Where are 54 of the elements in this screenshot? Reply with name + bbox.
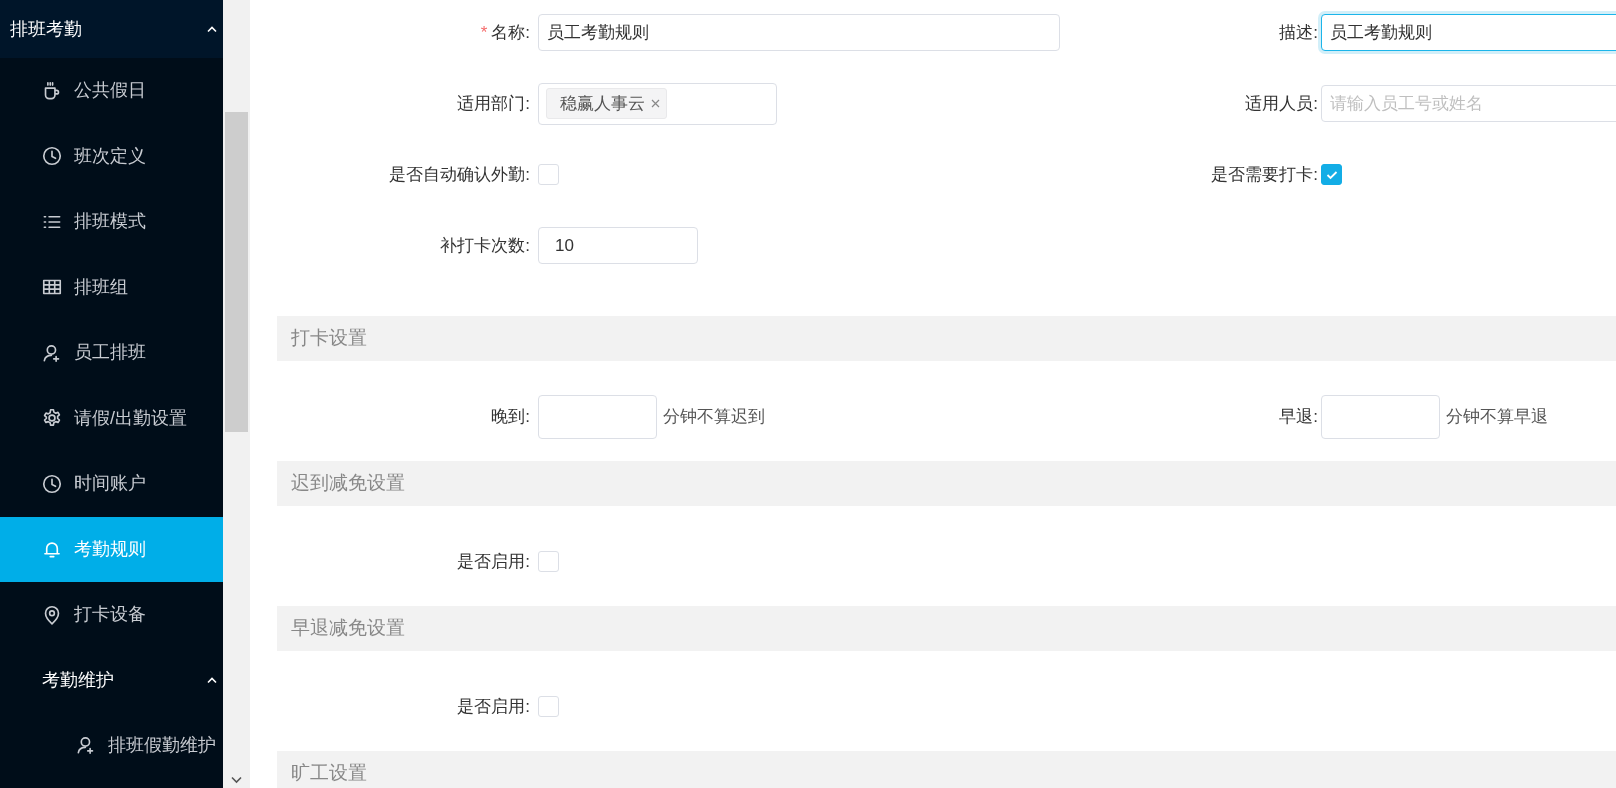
user-plus-icon	[76, 735, 96, 756]
sidebar-item[interactable]: 排班模式	[0, 189, 223, 255]
gear-icon	[42, 408, 62, 429]
chevron-down-icon[interactable]	[231, 776, 242, 784]
sidebar-item[interactable]: 打卡设备	[0, 582, 223, 648]
scrollbar-thumb[interactable]	[225, 112, 248, 432]
caret-up-icon	[207, 25, 217, 33]
clock-icon	[42, 146, 62, 167]
section-header: 旷工设置	[277, 751, 1616, 788]
sidebar-group-header[interactable]: 排班考勤	[0, 0, 223, 58]
field-label: 适用部门:	[457, 93, 530, 113]
tag-select-field[interactable]: 稳赢人事云	[538, 82, 777, 125]
minutes-field[interactable]	[1321, 394, 1440, 439]
group-title: 排班考勤	[10, 17, 82, 41]
clock-icon	[42, 473, 62, 494]
field-label: 早退:	[1279, 406, 1318, 426]
sidebar-item[interactable]: 排班假勤维护	[0, 712, 223, 778]
field-label: 补打卡次数:	[440, 235, 530, 255]
field-label: 是否启用:	[457, 551, 530, 571]
cup-icon	[42, 80, 62, 101]
field-label: 适用人员:	[1245, 93, 1318, 113]
check-icon	[1325, 169, 1338, 180]
caret-up-icon	[207, 676, 217, 684]
section-header: 迟到减免设置	[277, 461, 1616, 506]
map-pin-icon	[42, 604, 62, 625]
sidebar-item[interactable]: 排班组	[0, 254, 223, 320]
text-field[interactable]: 10	[538, 227, 698, 264]
sidebar-item[interactable]: 请假/出勤设置	[0, 385, 223, 451]
sidebar-item[interactable]: 班次定义	[0, 123, 223, 189]
sidebar-subgroup-header[interactable]: 考勤维护	[0, 647, 223, 713]
field-label: 是否启用:	[457, 696, 530, 716]
section-header: 打卡设置	[277, 316, 1616, 361]
section-header: 早退减免设置	[277, 606, 1616, 651]
field-label: 是否需要打卡:	[1211, 164, 1318, 184]
bell-icon	[42, 539, 62, 560]
close-icon[interactable]	[651, 99, 660, 108]
tag-chip: 稳赢人事云	[546, 87, 667, 120]
sidebar-item[interactable]: 员工排班	[0, 320, 223, 386]
unit-text: 分钟不算早退	[1446, 405, 1548, 428]
field-label: 描述:	[1279, 22, 1318, 42]
checkbox[interactable]	[1321, 164, 1342, 185]
sidebar-item[interactable]: 时间账户	[0, 451, 223, 517]
text-field[interactable]: 请输入员工号或姓名	[1321, 85, 1616, 122]
required-mark: *	[480, 22, 488, 42]
text-field[interactable]: 员工考勤规则	[1321, 14, 1616, 51]
subgroup-title: 考勤维护	[42, 668, 114, 692]
field-label: 晚到:	[491, 406, 530, 426]
user-plus-icon	[42, 342, 62, 363]
unit-text: 分钟不算迟到	[663, 405, 765, 428]
minutes-field[interactable]	[538, 394, 657, 439]
text-field[interactable]: 员工考勤规则	[538, 14, 1060, 51]
field-label: 名称:	[491, 22, 530, 42]
field-label: 是否自动确认外勤:	[389, 164, 530, 184]
sidebar-item[interactable]: 公共假日	[0, 58, 223, 124]
